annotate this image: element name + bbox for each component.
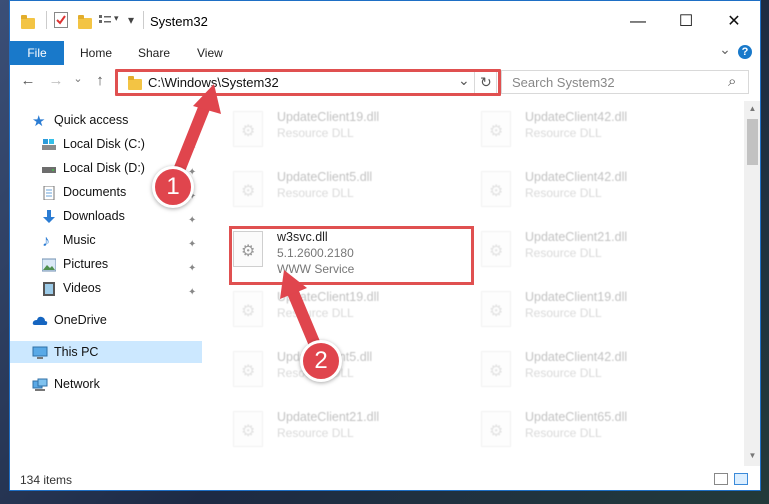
annotation-arrows (166, 84, 324, 358)
step-2-badge: 2 (300, 340, 342, 382)
step-1-badge: 1 (152, 166, 194, 208)
